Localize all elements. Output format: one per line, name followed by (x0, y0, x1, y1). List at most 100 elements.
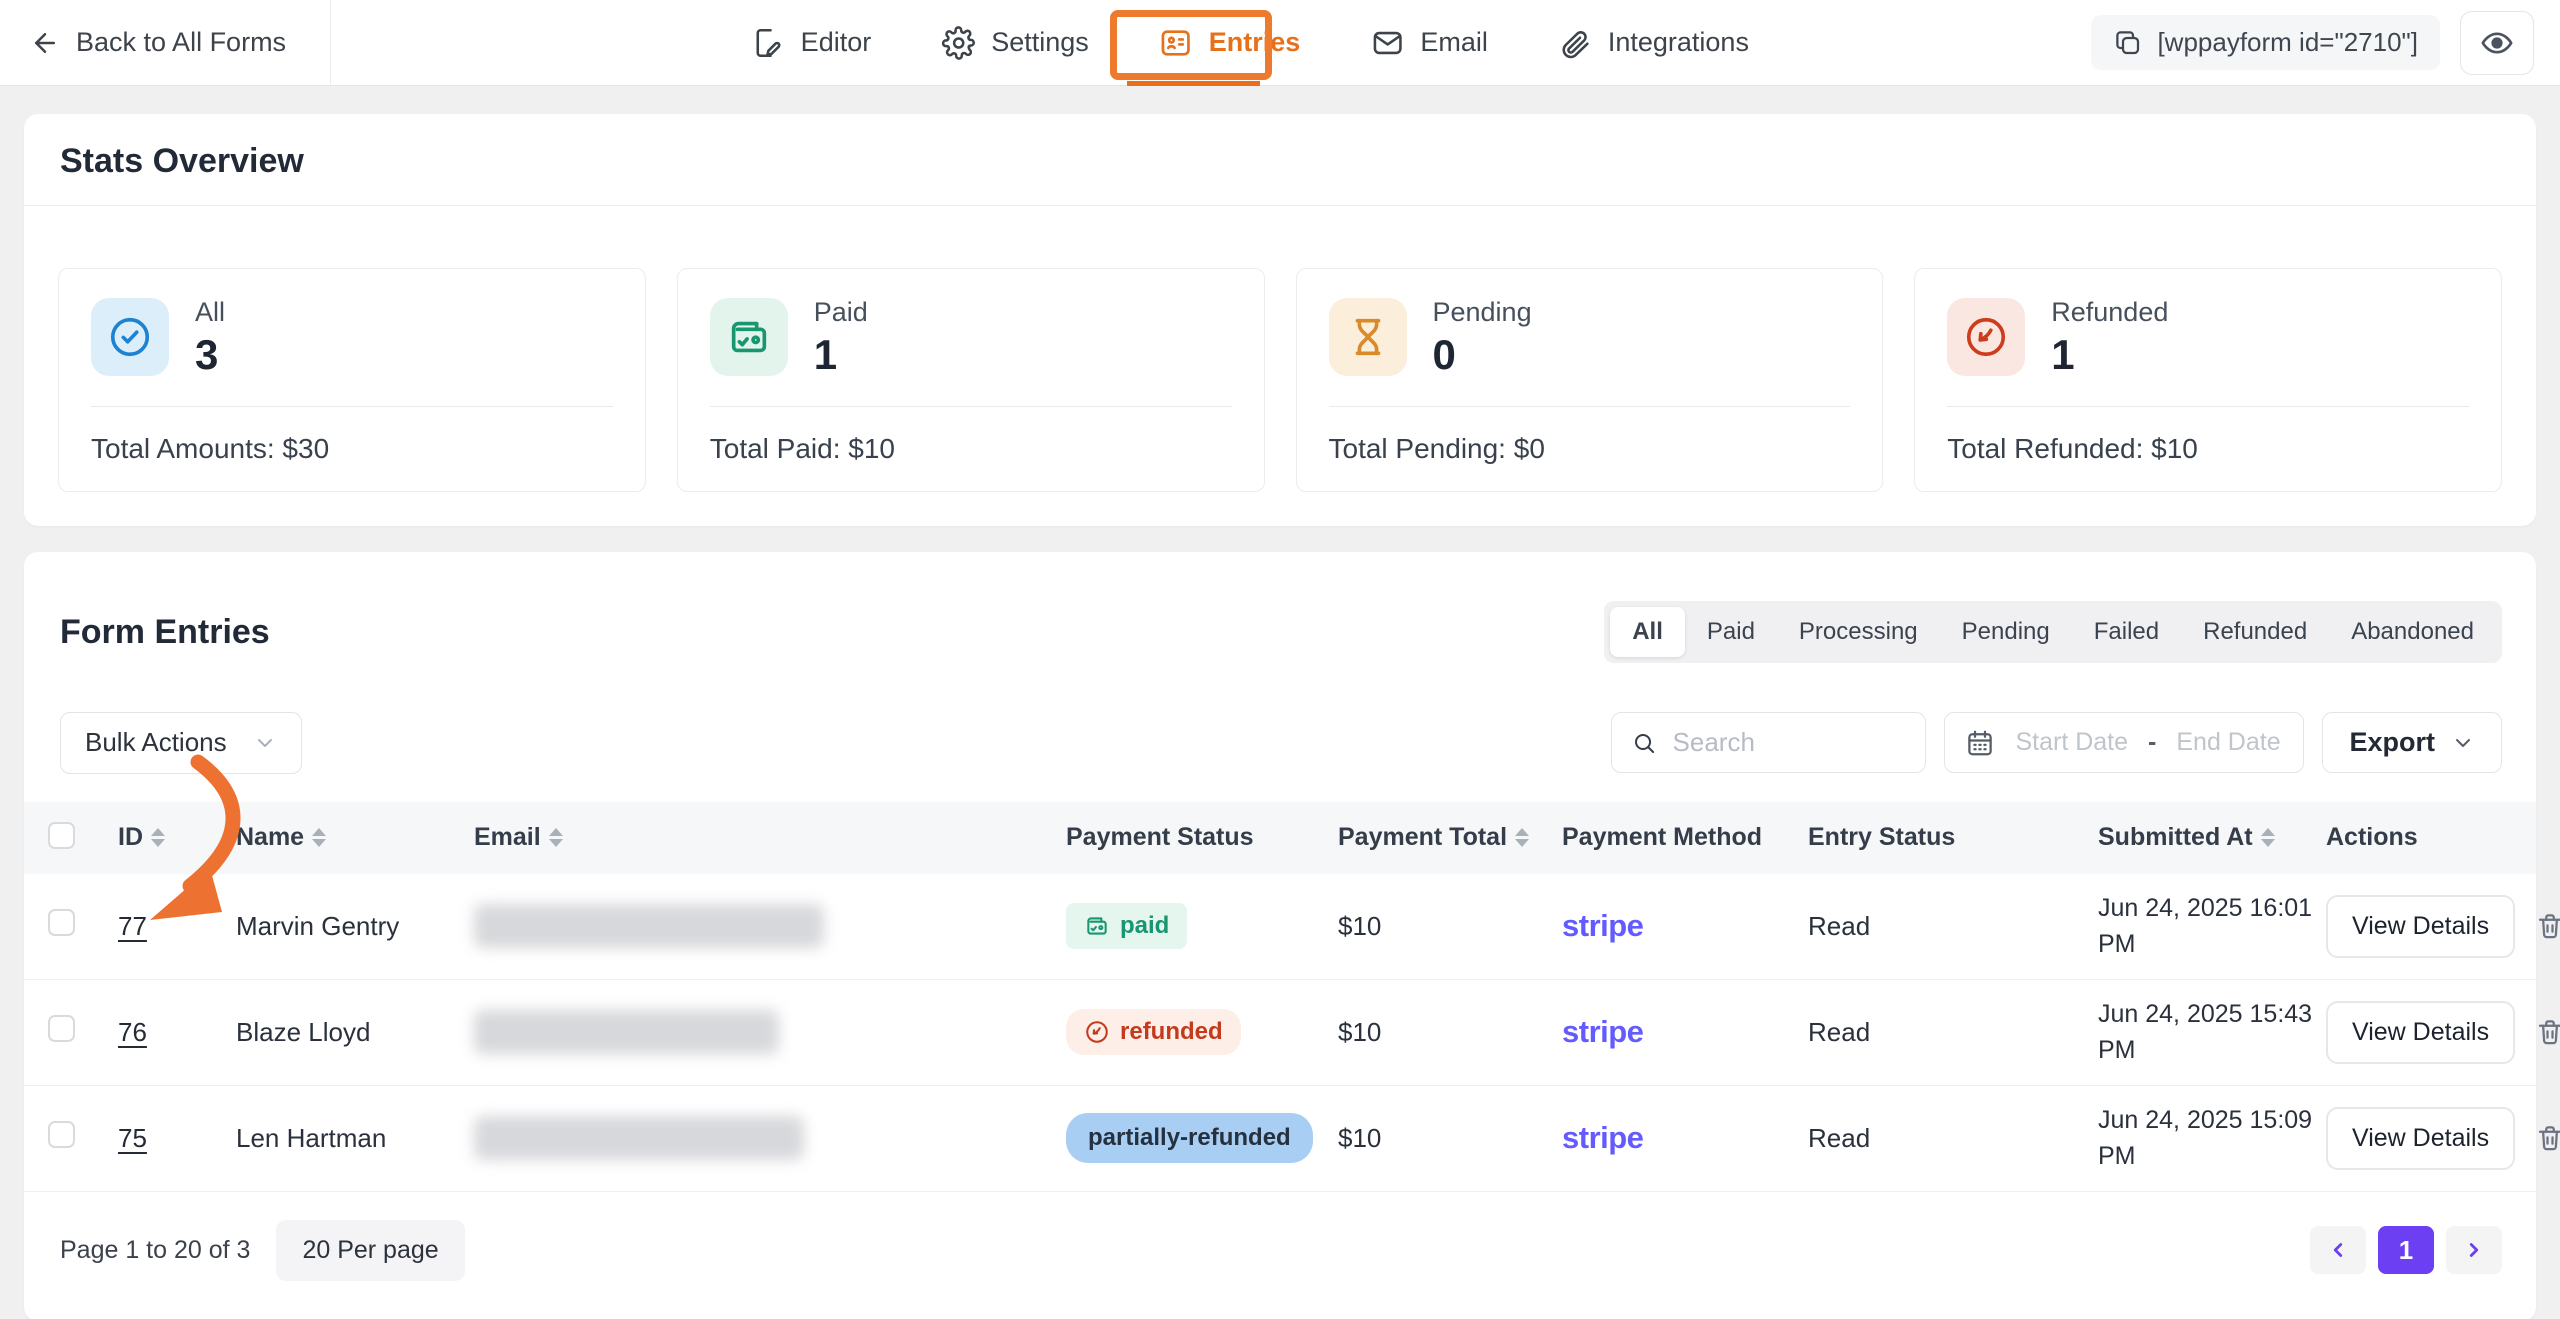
entry-id-link[interactable]: 75 (118, 1123, 147, 1153)
search-icon (1632, 729, 1656, 757)
divider (91, 406, 613, 407)
chevron-down-icon (253, 731, 277, 755)
payment-total: $10 (1338, 1017, 1562, 1048)
pagination: 1 (2310, 1226, 2502, 1274)
stat-count: 1 (814, 334, 868, 376)
row-checkbox[interactable] (48, 909, 75, 936)
entry-email-redacted (474, 904, 824, 948)
filter-failed[interactable]: Failed (2072, 607, 2181, 657)
refunded-arrow-icon (1947, 298, 2025, 376)
tab-settings[interactable]: Settings (937, 16, 1093, 70)
sort-icon[interactable] (312, 828, 326, 847)
back-to-all-forms-link[interactable]: Back to All Forms (0, 0, 330, 85)
divider (1947, 406, 2469, 407)
select-all-checkbox[interactable] (48, 822, 75, 849)
entries-table: ID Name Email Payment Status Payment Tot… (24, 802, 2536, 1192)
view-details-button[interactable]: View Details (2326, 895, 2515, 958)
stat-card-refunded: Refunded 1 Total Refunded: $10 (1914, 268, 2502, 492)
col-submitted-at: Submitted At (2098, 823, 2326, 852)
trash-icon (2535, 1017, 2560, 1047)
filter-paid[interactable]: Paid (1685, 607, 1777, 657)
preview-form-button[interactable] (2460, 11, 2534, 75)
status-filter-tabs: All Paid Processing Pending Failed Refun… (1604, 601, 2502, 663)
payment-status-badge: partially-refunded (1066, 1113, 1313, 1163)
submitted-at: Jun 24, 2025 15:43 PM (2098, 996, 2313, 1069)
payment-status-badge: refunded (1066, 1009, 1241, 1055)
copy-icon (2113, 28, 2143, 58)
stat-label: Pending (1433, 297, 1532, 328)
table-row: 77 Marvin Gentry paid $10 stripe Read Ju… (24, 874, 2536, 980)
entry-status: Read (1808, 1017, 2098, 1048)
filter-refunded[interactable]: Refunded (2181, 607, 2329, 657)
entries-icon (1159, 26, 1193, 60)
divider (710, 406, 1232, 407)
view-details-button[interactable]: View Details (2326, 1107, 2515, 1170)
sort-icon[interactable] (1515, 828, 1529, 847)
tab-integrations[interactable]: Integrations (1554, 16, 1753, 70)
table-row: 76 Blaze Lloyd refunded $10 stripe Read … (24, 980, 2536, 1086)
stat-card-pending: Pending 0 Total Pending: $0 (1296, 268, 1884, 492)
refund-icon (1084, 1019, 1110, 1045)
page-1-button[interactable]: 1 (2378, 1226, 2434, 1274)
stat-label: Refunded (2051, 297, 2168, 328)
prev-page-button[interactable] (2310, 1226, 2366, 1274)
tab-email[interactable]: Email (1366, 16, 1492, 70)
editor-icon (751, 26, 785, 60)
row-checkbox[interactable] (48, 1121, 75, 1148)
stat-count: 0 (1433, 334, 1532, 376)
form-tabs: Editor Settings Entries Email Integratio… (747, 0, 1753, 85)
export-label: Export (2349, 727, 2435, 758)
stripe-logo: stripe (1562, 908, 1643, 943)
view-details-button[interactable]: View Details (2326, 1001, 2515, 1064)
table-row: 75 Len Hartman partially-refunded $10 st… (24, 1086, 2536, 1192)
tab-editor[interactable]: Editor (747, 16, 876, 70)
payment-total: $10 (1338, 911, 1562, 942)
email-envelope-icon (1370, 26, 1404, 60)
back-label: Back to All Forms (76, 27, 286, 58)
delete-entry-button[interactable] (2535, 911, 2560, 941)
chevron-down-icon (2451, 731, 2475, 755)
form-entries-title: Form Entries (60, 613, 270, 652)
sort-icon[interactable] (549, 828, 563, 847)
next-page-button[interactable] (2446, 1226, 2502, 1274)
stats-cards: All 3 Total Amounts: $30 Paid 1 (24, 234, 2536, 526)
stat-total: Total Refunded: $10 (1947, 433, 2469, 465)
entry-status: Read (1808, 911, 2098, 942)
tab-editor-label: Editor (801, 27, 872, 58)
stat-label: Paid (814, 297, 868, 328)
export-button[interactable]: Export (2322, 712, 2502, 773)
page-info: Page 1 to 20 of 3 (60, 1236, 250, 1265)
filter-all[interactable]: All (1610, 607, 1685, 657)
entry-name: Len Hartman (236, 1123, 474, 1154)
shortcode-copy-button[interactable]: [wppayform id="2710"] (2091, 15, 2440, 70)
start-date-placeholder: Start Date (2015, 728, 2128, 757)
col-payment-method: Payment Method (1562, 823, 1808, 852)
stat-card-all: All 3 Total Amounts: $30 (58, 268, 646, 492)
tab-entries-label: Entries (1209, 27, 1301, 58)
sort-icon[interactable] (2261, 828, 2275, 847)
trash-icon (2535, 911, 2560, 941)
row-checkbox[interactable] (48, 1015, 75, 1042)
table-header-row: ID Name Email Payment Status Payment Tot… (24, 802, 2536, 874)
per-page-select[interactable]: 20 Per page (276, 1220, 464, 1281)
stat-count: 3 (195, 334, 225, 376)
tab-entries[interactable]: Entries (1155, 16, 1305, 70)
delete-entry-button[interactable] (2535, 1123, 2560, 1153)
entry-id-link[interactable]: 76 (118, 1017, 147, 1047)
search-input[interactable] (1671, 726, 1906, 759)
filter-processing[interactable]: Processing (1777, 607, 1940, 657)
stat-card-paid: Paid 1 Total Paid: $10 (677, 268, 1265, 492)
bulk-actions-select[interactable]: Bulk Actions (60, 712, 302, 774)
entry-id-link[interactable]: 77 (118, 911, 147, 941)
tab-email-label: Email (1420, 27, 1488, 58)
date-range-picker[interactable]: Start Date - End Date (1944, 712, 2304, 773)
filter-abandoned[interactable]: Abandoned (2329, 607, 2496, 657)
delete-entry-button[interactable] (2535, 1017, 2560, 1047)
back-arrow-icon (30, 28, 60, 58)
col-name: Name (236, 823, 474, 852)
chevron-left-icon (2327, 1239, 2349, 1261)
form-entries-panel: Form Entries All Paid Processing Pending… (24, 552, 2536, 1319)
filter-pending[interactable]: Pending (1940, 607, 2072, 657)
divider (330, 0, 331, 86)
sort-icon[interactable] (151, 828, 165, 847)
